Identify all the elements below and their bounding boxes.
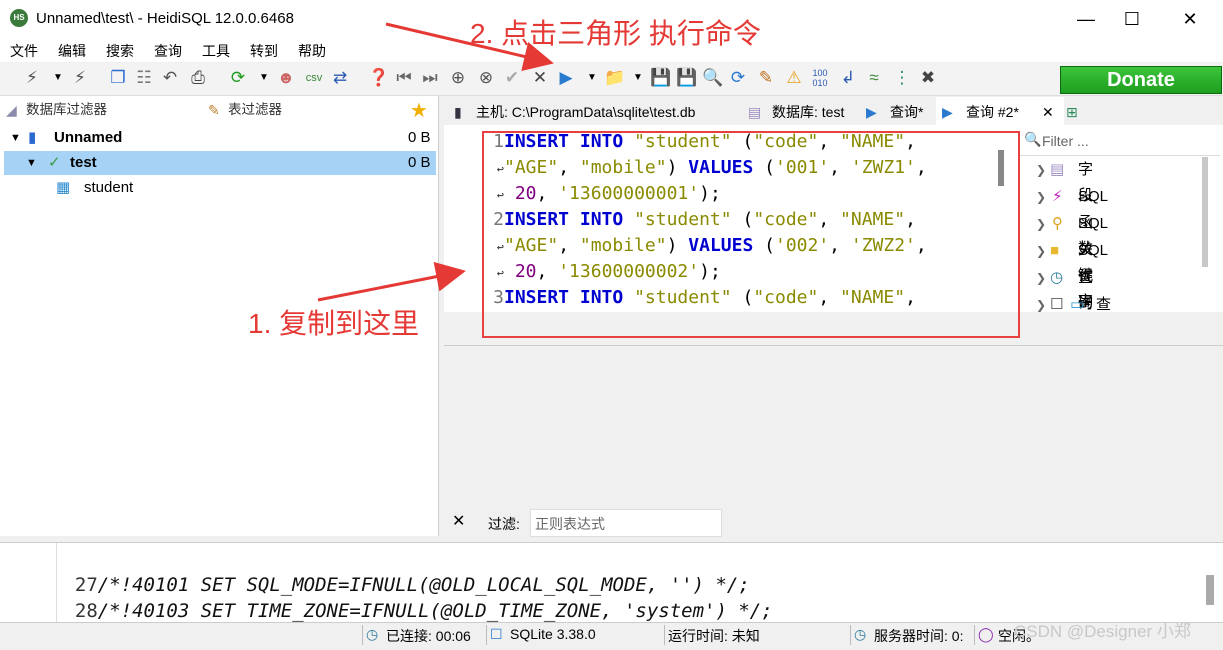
annotation-step-2: 2. 点击三角形 执行命令	[470, 18, 761, 49]
annotation-step-1: 1. 复制到这里	[248, 308, 420, 339]
watermark: CSDN @Designer 小郑	[1014, 622, 1191, 641]
annotation-arrows	[317, 22, 554, 302]
arrow-to-editor	[317, 261, 466, 302]
